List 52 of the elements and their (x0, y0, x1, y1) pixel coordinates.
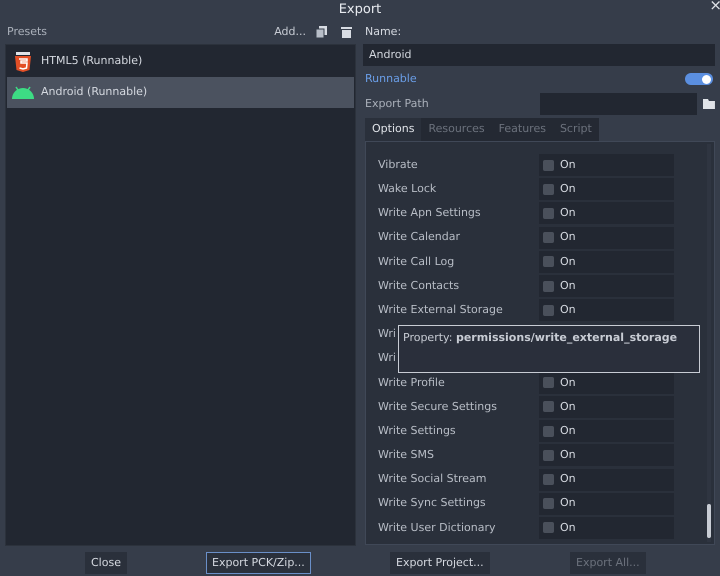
android-icon (10, 86, 34, 99)
export-path-field[interactable] (540, 93, 698, 115)
dialog-button[interactable]: Export Project... (390, 552, 490, 574)
checkbox[interactable]: On (539, 420, 674, 442)
checkbox[interactable]: On (539, 275, 674, 298)
presets-label: Presets (6, 24, 48, 40)
checkbox[interactable]: On (539, 372, 674, 394)
folder-icon[interactable] (703, 99, 716, 109)
option-label: Write External Storage (378, 302, 503, 318)
option-label: Write Secure Settings (378, 398, 497, 415)
dialog-button[interactable]: Close (85, 552, 127, 574)
name-field[interactable]: Android (363, 44, 715, 66)
checkbox[interactable]: On (539, 396, 674, 418)
close-button[interactable]: × (709, 0, 720, 13)
runnable-toggle[interactable] (685, 73, 713, 85)
checkbox[interactable]: On (539, 492, 674, 515)
runnable-label: Runnable (364, 70, 417, 87)
option-label: Write Apn Settings (378, 205, 481, 222)
checkbox[interactable]: On (539, 516, 674, 539)
option-label: Write SMS (378, 447, 434, 464)
option-label: Write Calendar (378, 229, 460, 246)
trash-icon[interactable] (341, 26, 352, 38)
option-label: Write Social Stream (378, 471, 486, 488)
duplicate-icon[interactable] (316, 26, 327, 38)
option-label: Write Profile (378, 374, 445, 391)
name-label: Name: (364, 24, 402, 40)
option-label: Write Contacts (378, 278, 460, 294)
option-label: Vibrate (378, 156, 418, 173)
checkbox[interactable]: On (539, 468, 674, 491)
checkbox[interactable]: On (539, 154, 674, 176)
checkbox[interactable]: On (539, 178, 674, 200)
option-label: Wri (378, 350, 396, 366)
option-label: Wri (378, 326, 396, 342)
option-label: Write Settings (378, 422, 456, 439)
window-title: Export (338, 1, 382, 20)
option-label: Write User Dictionary (378, 520, 496, 536)
add-button[interactable]: Add... (274, 24, 306, 40)
shield-icon (14, 52, 30, 72)
checkbox[interactable]: On (539, 202, 674, 224)
checkbox[interactable]: On (539, 250, 674, 273)
preset-item[interactable]: Android (Runnable) (7, 77, 354, 108)
option-label: Write Call Log (378, 254, 454, 270)
export-path-label: Export Path (364, 96, 430, 112)
checkbox[interactable]: On (539, 299, 674, 322)
option-label: Wake Lock (378, 181, 436, 198)
option-label: Write Sync Settings (378, 495, 486, 512)
checkbox[interactable]: On (539, 226, 674, 249)
dialog-button[interactable]: Export PCK/Zip... (206, 552, 311, 574)
checkbox[interactable]: On (539, 444, 674, 466)
tab[interactable]: Options (365, 118, 422, 141)
preset-item[interactable]: HTML5 (Runnable) (7, 46, 354, 77)
tooltip: Property: permissions/write_external_storage (398, 325, 700, 373)
